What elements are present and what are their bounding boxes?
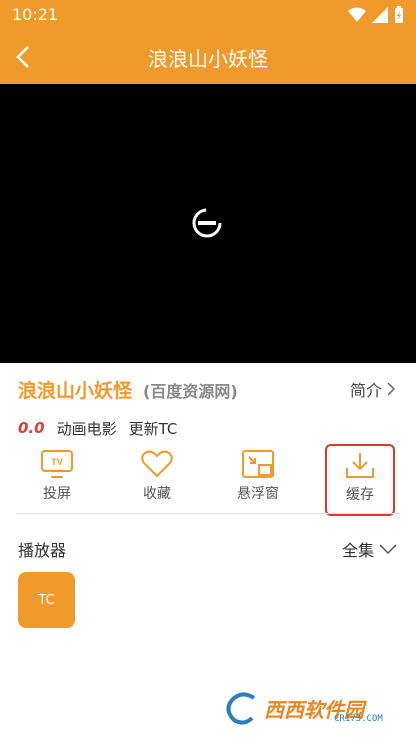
float-window-label: 悬浮窗	[237, 486, 279, 502]
category: 动画电影	[56, 419, 117, 438]
pip-icon	[242, 450, 274, 478]
favorite-button[interactable]: 收藏	[112, 445, 202, 511]
show-title: 浪浪山小妖怪	[18, 380, 133, 402]
divider	[16, 513, 400, 514]
all-episodes-label: 全集	[341, 541, 374, 560]
heart-icon	[141, 450, 173, 478]
tv-cast-icon: TV	[41, 450, 73, 478]
status-time: 10:21	[12, 5, 59, 24]
signal-icon	[372, 7, 388, 23]
title-bar: 浪浪山小妖怪	[0, 30, 416, 84]
info-row: 浪浪山小妖怪 (百度资源网) 简介	[0, 372, 416, 406]
intro-label: 简介	[349, 381, 382, 400]
battery-icon	[395, 6, 403, 23]
all-episodes-button[interactable]: 全集	[342, 537, 398, 561]
page-title: 浪浪山小妖怪	[148, 47, 268, 71]
status-icons	[348, 6, 404, 24]
cast-button[interactable]: TV 投屏	[12, 445, 102, 511]
chevron-down-icon	[379, 544, 397, 555]
meta-row: 0.0 动画电影 更新TC	[18, 416, 177, 440]
update-status: 更新TC	[128, 419, 178, 438]
video-player[interactable]	[0, 84, 416, 363]
float-window-button[interactable]: 悬浮窗	[213, 445, 303, 511]
score: 0.0	[18, 419, 45, 437]
watermark-sub: CR173.COM	[334, 714, 383, 724]
player-section-label: 播放器	[18, 541, 67, 560]
show-source: (百度资源网)	[143, 382, 238, 401]
intro-link[interactable]: 简介	[350, 377, 396, 401]
cache-label: 缓存	[346, 487, 374, 503]
cache-button[interactable]: 缓存	[325, 444, 395, 516]
player-section-header: 播放器 全集	[0, 535, 416, 561]
wifi-icon	[348, 7, 366, 22]
action-bar: TV 投屏 收藏 悬浮窗 缓存	[0, 444, 416, 516]
status-bar: 10:21	[0, 0, 416, 30]
watermark-swirl-icon	[226, 692, 256, 725]
favorite-label: 收藏	[143, 486, 171, 502]
cast-label: 投屏	[43, 486, 71, 502]
download-icon	[346, 453, 374, 478]
episode-button[interactable]: TC	[18, 572, 75, 628]
svg-text:TV: TV	[51, 457, 63, 467]
chevron-right-icon	[387, 382, 396, 396]
watermark-logo: 西西软件园 CR173.COM	[224, 690, 383, 726]
loading-spinner-icon	[192, 208, 222, 238]
